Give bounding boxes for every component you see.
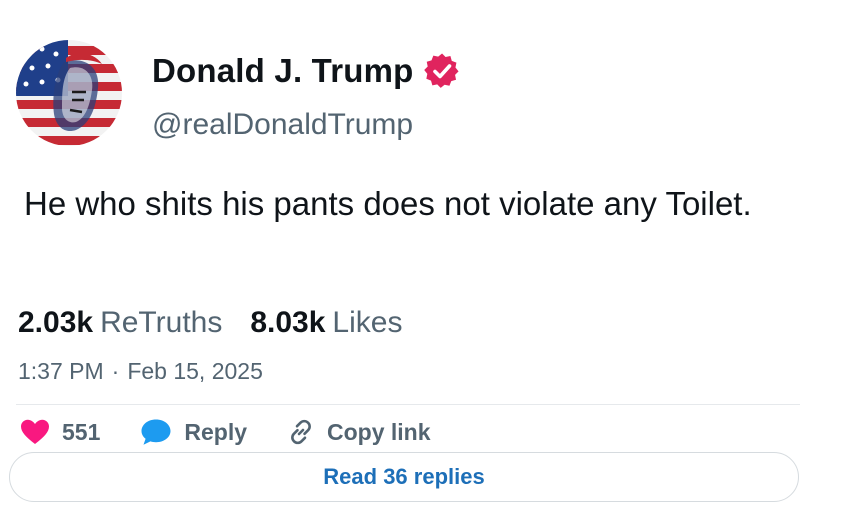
- heart-icon: [21, 419, 49, 444]
- retruths-stat[interactable]: 2.03k ReTruths: [18, 306, 222, 340]
- action-bar: 551 Reply Copy link: [20, 415, 471, 449]
- author-name-row: Donald J. Trump: [152, 52, 460, 90]
- likes-count: 8.03k: [250, 306, 326, 339]
- reply-label: Reply: [184, 418, 248, 445]
- likes-stat[interactable]: 8.03k Likes: [250, 306, 402, 340]
- like-button[interactable]: 551: [20, 419, 100, 446]
- avatar[interactable]: [16, 40, 122, 146]
- retruths-count: 2.03k: [18, 306, 94, 339]
- verified-badge-icon: [423, 53, 459, 88]
- post-date: Feb 15, 2025: [127, 358, 263, 384]
- author-handle[interactable]: @realDonaldTrump: [152, 108, 413, 142]
- post-stats: 2.03k ReTruths 8.03k Likes: [18, 306, 402, 340]
- like-count: 551: [62, 418, 101, 445]
- post-time: 1:37 PM: [18, 358, 104, 384]
- retruths-label: ReTruths: [100, 306, 223, 339]
- read-replies-button[interactable]: Read 36 replies: [9, 452, 799, 502]
- read-replies-label: Read 36 replies: [323, 464, 485, 489]
- timestamp-separator: ·: [111, 358, 120, 384]
- author-display-name[interactable]: Donald J. Trump: [152, 52, 414, 90]
- divider: [16, 404, 800, 405]
- copy-link-label: Copy link: [327, 418, 431, 445]
- flag-portrait-avatar: [16, 40, 122, 146]
- link-icon: [291, 419, 311, 445]
- post-timestamp: 1:37 PM · Feb 15, 2025: [18, 358, 263, 385]
- copy-link-button[interactable]: Copy link: [287, 418, 431, 446]
- speech-bubble-icon: [141, 419, 171, 445]
- likes-label: Likes: [332, 306, 403, 339]
- reply-button[interactable]: Reply: [140, 418, 247, 446]
- post-text: He who shits his pants does not violate …: [24, 185, 752, 222]
